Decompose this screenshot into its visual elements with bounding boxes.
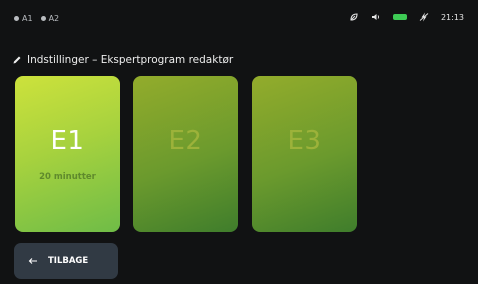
back-button[interactable]: TILBAGE [14,243,118,279]
status-indicators: A1 A2 [14,14,59,23]
program-card-e1[interactable]: E1 20 minutter [15,76,120,232]
status-bar: A1 A2 21:13 [0,0,478,40]
indicator-a1: A1 [14,14,33,23]
program-duration: 20 minutter [39,172,96,182]
program-code: E3 [287,126,322,156]
dot-icon [14,16,19,21]
program-code: E1 [50,126,85,156]
volume-icon [371,14,379,20]
pencil-icon [13,56,21,64]
back-button-label: TILBAGE [48,256,89,266]
indicator-a2: A2 [40,14,60,23]
indicator-label: A1 [22,14,33,23]
program-card-e2[interactable]: E2 [133,76,238,232]
program-card-e3[interactable]: E3 [252,76,357,232]
status-icons: 21:13 [349,12,464,22]
arrow-left-icon [28,258,37,264]
eco-icon [350,13,358,21]
charging-icon [419,12,429,22]
clock: 21:13 [440,12,464,22]
program-code: E2 [168,126,203,156]
page-title-text: Indstillinger – Ekspertprogram redaktør [27,54,234,66]
battery-icon [392,14,407,20]
page-title: Indstillinger – Ekspertprogram redaktør [12,54,233,66]
indicator-label: A2 [48,14,60,23]
dot-icon [40,16,46,21]
